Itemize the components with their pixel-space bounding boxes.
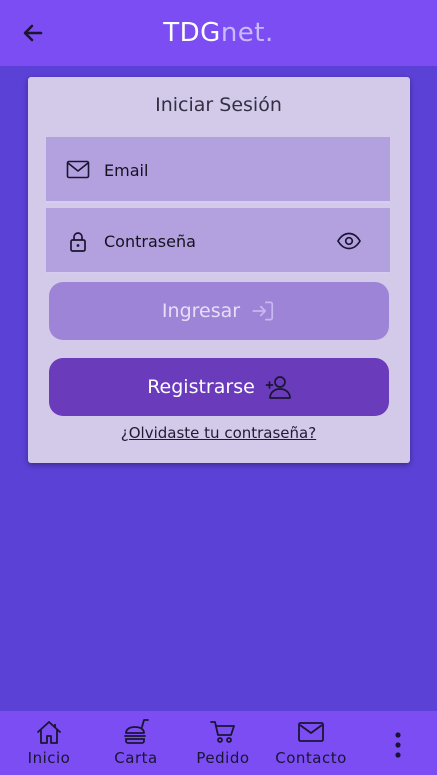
nav-item-inicio[interactable]: Inicio bbox=[4, 719, 94, 767]
nav-item-pedido[interactable]: Pedido bbox=[178, 719, 268, 767]
password-field[interactable]: Contraseña bbox=[46, 208, 390, 274]
mail-icon bbox=[298, 722, 324, 742]
nav-label-inicio: Inicio bbox=[27, 749, 71, 767]
add-user-icon bbox=[265, 376, 291, 399]
nav-label-contacto: Contacto bbox=[275, 749, 347, 767]
top-app-bar: TDGnet. bbox=[0, 0, 437, 66]
nav-item-contacto[interactable]: Contacto bbox=[266, 719, 356, 767]
mail-icon bbox=[66, 160, 90, 179]
home-icon bbox=[37, 721, 61, 744]
back-button[interactable] bbox=[20, 20, 46, 46]
brand-logo: TDGnet. bbox=[163, 18, 274, 48]
nav-label-carta: Carta bbox=[114, 749, 158, 767]
password-label: Contraseña bbox=[104, 232, 196, 251]
arrow-left-icon bbox=[23, 24, 43, 42]
email-label: Email bbox=[104, 161, 149, 180]
lock-icon bbox=[70, 232, 86, 252]
ingresar-button[interactable]: Ingresar bbox=[49, 282, 389, 340]
nav-item-carta[interactable]: Carta bbox=[91, 719, 181, 767]
login-title: Iniciar Sesión bbox=[155, 94, 282, 116]
cart-icon bbox=[210, 721, 235, 743]
forgot-password-link[interactable]: ¿Olvidaste tu contraseña? bbox=[0, 424, 437, 442]
nav-label-pedido: Pedido bbox=[196, 749, 250, 767]
eye-icon[interactable] bbox=[336, 230, 362, 252]
more-vertical-icon bbox=[395, 732, 401, 758]
registrarse-button[interactable]: Registrarse bbox=[49, 358, 389, 416]
brand-secondary-text: net. bbox=[220, 18, 274, 48]
brand-primary-text: TDG bbox=[163, 18, 221, 48]
bottom-navigation: Inicio Carta Pedido Contacto bbox=[0, 711, 437, 775]
registrarse-label: Registrarse bbox=[147, 376, 255, 398]
email-field[interactable]: Email bbox=[46, 137, 390, 203]
login-arrow-icon bbox=[252, 301, 274, 321]
ingresar-label: Ingresar bbox=[161, 300, 241, 322]
menu-burger-icon bbox=[124, 719, 149, 744]
more-menu-button[interactable] bbox=[392, 731, 404, 759]
